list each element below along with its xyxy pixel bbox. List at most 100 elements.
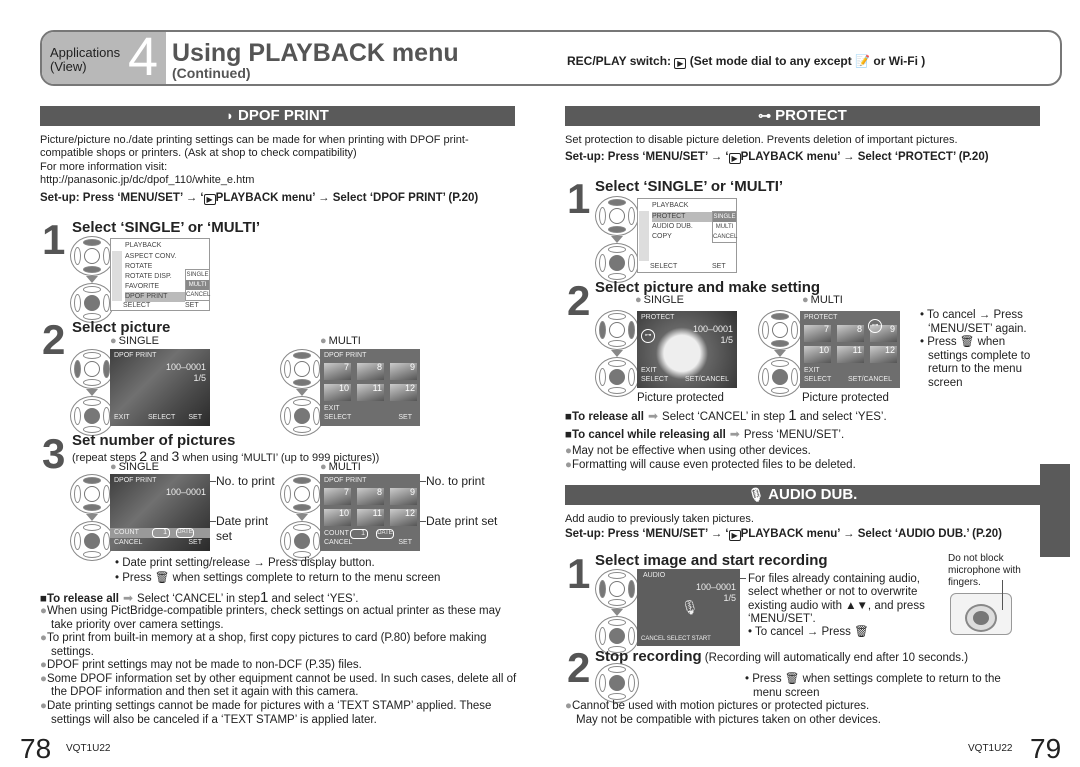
thumbnail[interactable]: 9 xyxy=(390,488,417,505)
menu-item[interactable]: ROTATE xyxy=(125,262,185,272)
audio-dub-intro: Add audio to previously taken pictures. xyxy=(565,513,754,525)
dpof-print-icon: ◗ xyxy=(226,108,234,123)
option-multi[interactable]: MULTI xyxy=(713,222,736,232)
menu-item[interactable]: PROTECT xyxy=(652,212,712,222)
option-multi[interactable]: MULTI xyxy=(186,280,209,290)
thumbnail[interactable]: 11 xyxy=(357,384,384,401)
thumbnail[interactable]: 12 xyxy=(870,346,897,363)
step-title: Select ‘SINGLE’ or ‘MULTI’ xyxy=(595,178,784,195)
protect-notes: ●May not be effective when using other d… xyxy=(565,445,856,472)
page-subtitle: (Continued) xyxy=(172,65,251,81)
screen-mode: DPOF PRINT xyxy=(114,352,157,359)
date-print-set-callout: Date print set xyxy=(216,514,269,543)
dial-left-right xyxy=(595,310,639,350)
date-toggle[interactable]: DATE xyxy=(376,529,394,539)
picture-count: 1/5 xyxy=(193,373,206,383)
option-single[interactable]: SINGLE xyxy=(713,212,736,222)
date-print-set-callout: Date print set xyxy=(426,514,498,528)
count-value[interactable]: 1 xyxy=(350,529,368,539)
step-number: 3 xyxy=(42,430,66,477)
date-toggle[interactable]: DATE xyxy=(176,528,194,538)
option-single[interactable]: SINGLE xyxy=(186,270,209,280)
dial-up-down xyxy=(595,196,639,236)
key-icon: ⊶ xyxy=(758,108,772,123)
menu-item[interactable]: ROTATE DISP. xyxy=(125,272,185,282)
menu-item[interactable]: COPY xyxy=(652,232,712,242)
menu-title: PLAYBACK xyxy=(652,202,689,209)
chapter-side-tab xyxy=(1040,464,1070,557)
dial-4way xyxy=(280,349,324,389)
option-cancel[interactable]: CANCEL xyxy=(186,290,210,300)
dial-up-down xyxy=(70,474,114,514)
single-label: SINGLE xyxy=(110,461,159,474)
single-picture-screen: DPOF PRINT 100–0001 1/5 EXIT SELECT SET xyxy=(110,349,210,426)
arrow-down-icon xyxy=(296,389,308,396)
arrow-down-icon xyxy=(774,350,786,357)
multi-label: MULTI xyxy=(802,294,843,307)
step-title: Select picture and make setting xyxy=(595,279,821,296)
step-number: 1 xyxy=(567,550,591,597)
arrow-down-icon xyxy=(86,389,98,396)
page-number-left: 78 xyxy=(20,733,52,764)
page-header: Applications (View) 4 Using PLAYBACK menu… xyxy=(40,30,1062,86)
single-count-screen: DPOF PRINT 100–0001 COUNT 1 DATE CANCEL … xyxy=(110,474,210,551)
step-title: Select ‘SINGLE’ or ‘MULTI’ xyxy=(72,219,261,236)
set-label: SET/CANCEL xyxy=(685,376,729,384)
thumbnail[interactable]: 8 xyxy=(837,325,864,342)
thumbnail[interactable]: 7 xyxy=(324,363,351,380)
arrow-down-icon xyxy=(611,236,623,243)
file-number: 100–0001 xyxy=(692,324,733,334)
dpof-url[interactable]: http://panasonic.jp/dc/dpof_110/white_e.… xyxy=(40,174,518,187)
dial-press-center xyxy=(595,663,639,703)
step-title: Select image and start recording xyxy=(595,552,828,569)
protect-single-screen: PROTECT 100–0001 1/5 ⊶ EXIT SELECT SET/C… xyxy=(637,311,737,388)
cancel-label: CANCEL xyxy=(324,539,353,547)
dial-4way xyxy=(758,310,802,350)
page-title: Using PLAYBACK menu xyxy=(172,39,459,67)
thumbnail[interactable]: 8 xyxy=(357,363,384,380)
select-label: SELECT xyxy=(148,414,176,422)
exit-label: EXIT xyxy=(324,405,340,412)
dial-up-down xyxy=(280,474,324,514)
step-number: 1 xyxy=(42,216,66,263)
dial-press-center xyxy=(280,396,324,436)
count-value[interactable]: 1 xyxy=(152,528,170,538)
no-to-print-callout: No. to print xyxy=(426,474,485,488)
thumbnail[interactable]: 11 xyxy=(357,509,384,526)
screen-mode: DPOF PRINT xyxy=(324,352,367,359)
thumbnail[interactable]: 7 xyxy=(804,325,831,342)
dpof-setup: Set-up: Press ‘MENU/SET’ → ‘▶ PLAYBACK me… xyxy=(40,192,479,205)
thumbnail[interactable]: 11 xyxy=(837,346,864,363)
dial-up-down xyxy=(70,236,114,276)
menu-item[interactable]: AUDIO DUB. xyxy=(652,222,712,232)
thumbnail[interactable]: 8 xyxy=(357,488,384,505)
protect-multi-screen: PROTECT 7 8 9 10 11 12 ⊶ EXIT SELECT SET… xyxy=(800,311,900,388)
dial-press-center xyxy=(70,283,114,323)
menu-item[interactable]: ASPECT CONV. xyxy=(125,252,185,262)
footer-select: SELECT xyxy=(650,263,678,270)
dpof-print-banner: ◗ DPOF PRINT xyxy=(40,106,515,126)
footer-select: SELECT xyxy=(123,302,151,309)
thumbnail[interactable]: 7 xyxy=(324,488,351,505)
thumbnail[interactable]: 9 xyxy=(390,363,417,380)
camera-note: Do not block microphone with fingers. xyxy=(948,553,1021,589)
set-label: SET xyxy=(398,539,412,547)
menu-item[interactable]: DPOF PRINT xyxy=(125,292,185,302)
dial-left-right xyxy=(70,349,114,389)
thumbnail[interactable]: 10 xyxy=(324,384,351,401)
thumbnail[interactable]: 10 xyxy=(324,509,351,526)
protected-icon: ⊶ xyxy=(868,319,882,333)
doc-code-right: VQT1U22 xyxy=(968,743,1013,754)
chapter-number: 4 xyxy=(128,30,159,86)
set-label: SET/CANCEL xyxy=(848,376,892,384)
thumbnail[interactable]: 12 xyxy=(390,384,417,401)
thumbnail[interactable]: 10 xyxy=(804,346,831,363)
dpof-notes: ●When using PictBridge-compatible printe… xyxy=(40,605,517,726)
cancel-label: CANCEL xyxy=(114,539,143,547)
footer-set: SET xyxy=(185,302,199,309)
option-cancel[interactable]: CANCEL xyxy=(713,232,737,242)
arrow-down-icon xyxy=(611,609,623,616)
menu-item[interactable]: FAVORITE xyxy=(125,282,185,292)
thumbnail[interactable]: 12 xyxy=(390,509,417,526)
file-number: 100–0001 xyxy=(165,362,206,372)
